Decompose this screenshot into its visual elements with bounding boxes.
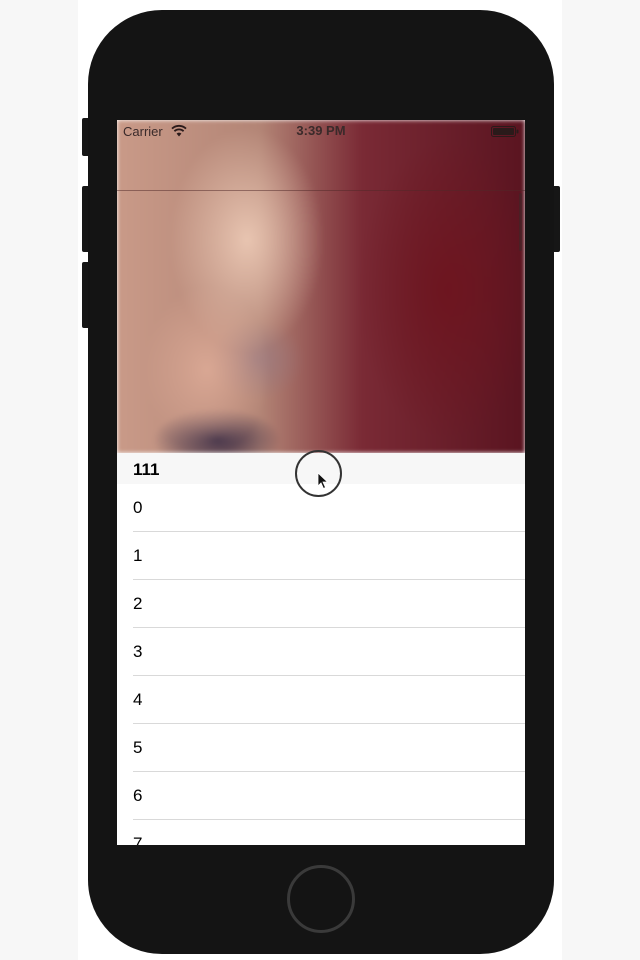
- status-time: 3:39 PM: [296, 123, 346, 138]
- cursor-icon: [317, 472, 329, 490]
- table-row[interactable]: 7: [117, 820, 525, 845]
- header-image: [117, 120, 525, 453]
- table-rows: 0 1 2 3 4 5 6 7: [117, 484, 525, 845]
- section-header-label: 111: [133, 460, 160, 479]
- navigation-divider: [117, 190, 525, 191]
- row-label: 5: [133, 738, 143, 757]
- table-row[interactable]: 4: [117, 676, 525, 724]
- row-label: 4: [133, 690, 143, 709]
- table-row[interactable]: 5: [117, 724, 525, 772]
- table-row[interactable]: 3: [117, 628, 525, 676]
- row-label: 0: [133, 498, 143, 517]
- battery-icon: [491, 126, 519, 137]
- row-label: 6: [133, 786, 143, 805]
- scroll-indicator[interactable]: [519, 193, 522, 251]
- table-row[interactable]: 6: [117, 772, 525, 820]
- table-row[interactable]: 1: [117, 532, 525, 580]
- row-label: 1: [133, 546, 143, 565]
- table-row[interactable]: 2: [117, 580, 525, 628]
- home-button[interactable]: [287, 865, 355, 933]
- status-bar: Carrier 3:39 PM: [117, 120, 525, 142]
- row-label: 2: [133, 594, 143, 613]
- row-label: 3: [133, 642, 143, 661]
- row-label: 7: [133, 834, 143, 845]
